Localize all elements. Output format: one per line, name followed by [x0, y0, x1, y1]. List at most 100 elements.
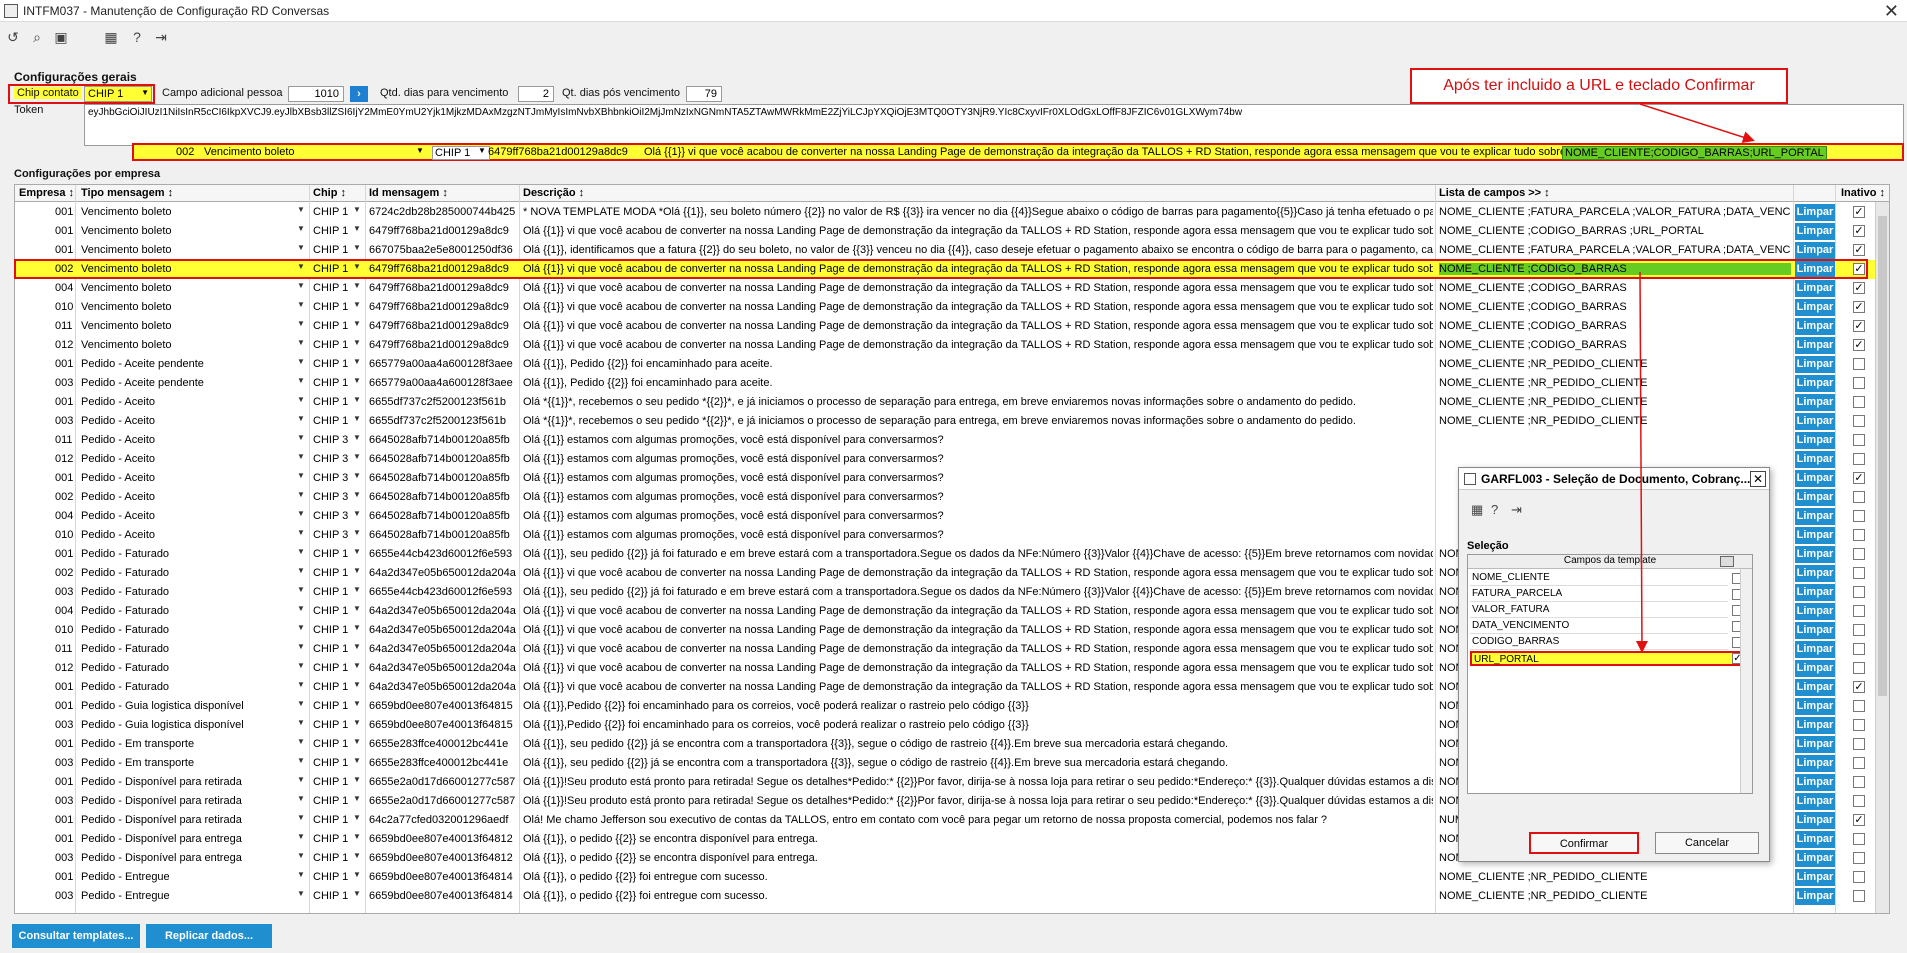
- chevron-down-icon[interactable]: ▼: [353, 566, 361, 575]
- cell-id[interactable]: 6655e44cb423d60012f6e593: [369, 548, 517, 560]
- cell-tipo[interactable]: Pedido - Aceite pendente: [81, 358, 291, 370]
- inativo-checkbox[interactable]: ✓: [1853, 339, 1865, 351]
- cell-empresa[interactable]: 004: [55, 510, 73, 522]
- qt-pos-input[interactable]: 79: [686, 86, 722, 102]
- cell-chip[interactable]: CHIP 3: [313, 453, 349, 465]
- cell-chip[interactable]: CHIP 1: [313, 282, 349, 294]
- edit-tipo[interactable]: Vencimento boleto: [204, 146, 295, 158]
- cell-id[interactable]: 6655e283ffce400012bc441e: [369, 738, 517, 750]
- cell-chip[interactable]: CHIP 1: [313, 700, 349, 712]
- save-icon[interactable]: ▣: [52, 28, 70, 46]
- chevron-down-icon[interactable]: ▼: [297, 775, 305, 784]
- inativo-checkbox[interactable]: [1853, 719, 1865, 731]
- cell-id[interactable]: 6479ff768ba21d00129a8dc9: [369, 320, 517, 332]
- cell-empresa[interactable]: 001: [55, 358, 73, 370]
- cell-descricao[interactable]: Olá *{{1}}*, recebemos o seu pedido *{{2…: [523, 415, 1433, 427]
- inativo-checkbox[interactable]: [1853, 510, 1865, 522]
- cell-id[interactable]: 6655e2a0d17d66001277c587: [369, 795, 517, 807]
- list-scrollbar[interactable]: [1740, 569, 1752, 793]
- cell-id[interactable]: 6655e2a0d17d66001277c587: [369, 776, 517, 788]
- cell-descricao[interactable]: Olá {{1}} vi que você acabou de converte…: [523, 567, 1433, 579]
- table-row[interactable]: 003 Pedido - Aceite pendente ▼ CHIP 1 ▼ 66577…: [15, 374, 1889, 393]
- chevron-down-icon[interactable]: ▼: [353, 661, 361, 670]
- cell-id[interactable]: 667075baa2e5e8001250df36: [369, 244, 517, 256]
- header-descricao[interactable]: Descrição ↕: [523, 187, 584, 199]
- limpar-button[interactable]: Limpar: [1795, 603, 1835, 620]
- cell-empresa[interactable]: 002: [55, 567, 73, 579]
- cell-descricao[interactable]: Olá {{1}}!Seu produto está pronto para r…: [523, 795, 1433, 807]
- limpar-button[interactable]: Limpar: [1795, 527, 1835, 544]
- cell-descricao[interactable]: Olá {{1}} estamos com algumas promoções,…: [523, 491, 1433, 503]
- limpar-button[interactable]: Limpar: [1795, 584, 1835, 601]
- cell-id[interactable]: 6645028afb714b00120a85fb: [369, 453, 517, 465]
- cell-empresa[interactable]: 011: [55, 320, 73, 332]
- cell-empresa[interactable]: 011: [55, 434, 73, 446]
- chevron-down-icon[interactable]: ▼: [353, 604, 361, 613]
- cell-descricao[interactable]: Olá {{1}}, seu pedido {{2}} já foi fatur…: [523, 586, 1433, 598]
- cell-chip[interactable]: CHIP 3: [313, 510, 349, 522]
- limpar-button[interactable]: Limpar: [1795, 223, 1835, 240]
- cell-tipo[interactable]: Pedido - Disponível para retirada: [81, 795, 291, 807]
- cell-descricao[interactable]: Olá {{1}} estamos com algumas promoções,…: [523, 510, 1433, 522]
- cell-descricao[interactable]: Olá {{1}}!Seu produto está pronto para r…: [523, 776, 1433, 788]
- cell-id[interactable]: 6655df737c2f5200123f561b: [369, 396, 517, 408]
- cell-id[interactable]: 6659bd0ee807e40013f64815: [369, 700, 517, 712]
- cell-tipo[interactable]: Pedido - Em transporte: [81, 738, 291, 750]
- cell-id[interactable]: 64a2d347e05b650012da204a: [369, 681, 517, 693]
- cell-tipo[interactable]: Pedido - Em transporte: [81, 757, 291, 769]
- cell-id[interactable]: 64a2d347e05b650012da204a: [369, 643, 517, 655]
- cell-id[interactable]: 6645028afb714b00120a85fb: [369, 491, 517, 503]
- chevron-down-icon[interactable]: ▼: [353, 319, 361, 328]
- cell-tipo[interactable]: Pedido - Aceito: [81, 453, 291, 465]
- cell-campos[interactable]: NOME_CLIENTE ;NR_PEDIDO_CLIENTE: [1439, 415, 1791, 427]
- inativo-checkbox[interactable]: [1853, 738, 1865, 750]
- inativo-checkbox[interactable]: [1853, 358, 1865, 370]
- limpar-button[interactable]: Limpar: [1795, 755, 1835, 772]
- cell-campos[interactable]: NOME_CLIENTE ;FATURA_PARCELA ;VALOR_FATU…: [1439, 244, 1791, 256]
- chevron-down-icon[interactable]: ▼: [353, 433, 361, 442]
- cell-id[interactable]: 6659bd0ee807e40013f64812: [369, 852, 517, 864]
- chevron-down-icon[interactable]: ▼: [297, 642, 305, 651]
- table-row[interactable]: 004 Vencimento boleto ▼ CHIP 1 ▼ 6479ff768ba2…: [15, 279, 1889, 298]
- limpar-button[interactable]: Limpar: [1795, 204, 1835, 221]
- cell-id[interactable]: 6645028afb714b00120a85fb: [369, 510, 517, 522]
- cell-id[interactable]: 6655e283ffce400012bc441e: [369, 757, 517, 769]
- chevron-down-icon[interactable]: ▼: [297, 756, 305, 765]
- inativo-checkbox[interactable]: [1853, 833, 1865, 845]
- cell-tipo[interactable]: Pedido - Faturado: [81, 567, 291, 579]
- chevron-down-icon[interactable]: ▼: [297, 661, 305, 670]
- replicar-dados-button[interactable]: Replicar dados...: [146, 924, 272, 948]
- cell-id[interactable]: 64a2d347e05b650012da204a: [369, 662, 517, 674]
- cell-empresa[interactable]: 010: [55, 624, 73, 636]
- list-item[interactable]: URL_PORTAL: [1470, 651, 1752, 666]
- chevron-down-icon[interactable]: ▼: [297, 452, 305, 461]
- exit-icon[interactable]: ⇥: [152, 28, 170, 46]
- cell-chip[interactable]: CHIP 1: [313, 301, 349, 313]
- token-textarea[interactable]: eyJhbGciOiJIUzI1NiIsInR5cCI6IkpXVCJ9.eyJ…: [84, 104, 1904, 146]
- table-row[interactable]: 001 Pedido - Aceito ▼ CHIP 1 ▼ 6655df737c2f52…: [15, 393, 1889, 412]
- chevron-down-icon[interactable]: ▼: [297, 718, 305, 727]
- cell-descricao[interactable]: Olá! Me chamo Jefferson sou executivo de…: [523, 814, 1433, 826]
- inativo-checkbox[interactable]: [1853, 567, 1865, 579]
- cell-id[interactable]: 64c2a77cfed032001296aedf: [369, 814, 517, 826]
- cell-empresa[interactable]: 012: [55, 662, 73, 674]
- chevron-down-icon[interactable]: ▼: [353, 490, 361, 499]
- cell-empresa[interactable]: 003: [55, 586, 73, 598]
- chevron-down-icon[interactable]: ▼: [297, 224, 305, 233]
- inativo-checkbox[interactable]: [1853, 605, 1865, 617]
- search-icon[interactable]: ⌕: [28, 28, 46, 46]
- table-row[interactable]: 003 Pedido - Entregue ▼ CHIP 1 ▼ 6659bd0ee807…: [15, 887, 1889, 906]
- limpar-button[interactable]: Limpar: [1795, 850, 1835, 867]
- cell-chip[interactable]: CHIP 1: [313, 757, 349, 769]
- chevron-down-icon[interactable]: ▼: [353, 756, 361, 765]
- header-campos[interactable]: Lista de campos >> ↕: [1439, 187, 1550, 199]
- chevron-down-icon[interactable]: ▼: [297, 528, 305, 537]
- cell-campos[interactable]: NOME_CLIENTE ;NR_PEDIDO_CLIENTE: [1439, 377, 1791, 389]
- cell-chip[interactable]: CHIP 1: [313, 871, 349, 883]
- limpar-button[interactable]: Limpar: [1795, 451, 1835, 468]
- list-item[interactable]: NOME_CLIENTE: [1470, 571, 1728, 586]
- table-row[interactable]: 001 Vencimento boleto ▼ CHIP 1 ▼ 6479ff768ba2…: [15, 222, 1889, 241]
- limpar-button[interactable]: Limpar: [1795, 831, 1835, 848]
- limpar-button[interactable]: Limpar: [1795, 337, 1835, 354]
- cell-tipo[interactable]: Pedido - Entregue: [81, 890, 291, 902]
